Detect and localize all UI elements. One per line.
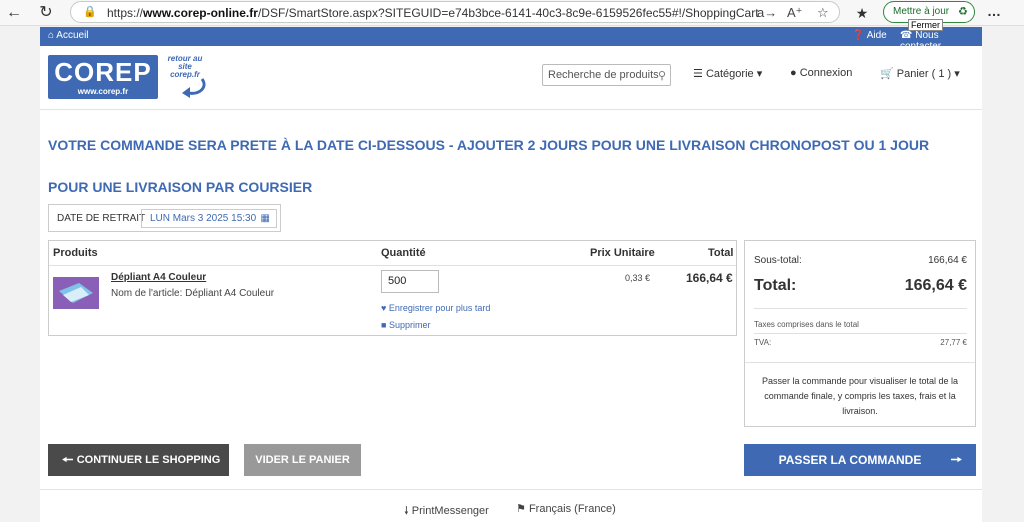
arrow-left-icon: 🠔 bbox=[62, 452, 74, 467]
login-link[interactable]: ● Connexion bbox=[790, 67, 852, 79]
home-icon: ⌂ bbox=[48, 30, 55, 41]
download-icon: 🠗 bbox=[404, 505, 409, 517]
trash-icon: ■ bbox=[381, 320, 387, 330]
contact-link[interactable]: ☎ Nous contacter bbox=[900, 30, 982, 52]
flag-icon: ⚑ bbox=[516, 503, 526, 515]
page-container: ⌂ Accueil ❓ Aide ☎ Nous contacter COREP … bbox=[40, 27, 982, 522]
lock-icon: 🔒 bbox=[83, 6, 97, 18]
category-menu[interactable]: ☰ Catégorie ▾ bbox=[693, 67, 762, 80]
calendar-icon[interactable]: ▦ bbox=[261, 213, 270, 224]
cart-table: Produits Quantité Prix Unitaire Total Dé… bbox=[48, 240, 737, 336]
checkout-button[interactable]: PASSER LA COMMANDE 🠖 bbox=[744, 444, 976, 476]
help-link[interactable]: ❓ Aide bbox=[852, 30, 887, 41]
url-text: https://www.corep-online.fr/DSF/SmartSto… bbox=[107, 6, 759, 20]
pickup-notice: VOTRE COMMANDE SERA PRETE À LA DATE CI-D… bbox=[48, 137, 930, 195]
product-thumbnail[interactable] bbox=[53, 277, 99, 309]
favorites-icon[interactable]: ★ bbox=[852, 3, 872, 23]
back-arrow-icon[interactable]: ← bbox=[4, 3, 24, 23]
pickup-date-label: DATE DE RETRAIT bbox=[57, 213, 146, 224]
address-bar[interactable]: 🔒 https://www.corep-online.fr/DSF/SmartS… bbox=[70, 1, 840, 23]
summary-divider bbox=[754, 333, 967, 334]
cart-icon: 🛒 bbox=[880, 68, 894, 80]
update-label: Mettre à jour bbox=[893, 6, 950, 17]
line-total: 166,64 € bbox=[686, 271, 733, 285]
order-summary: Sous-total: 166,64 € Total: 166,64 € Tax… bbox=[744, 240, 976, 427]
back-to-site-link[interactable]: retour au site corep.fr bbox=[164, 55, 206, 79]
product-name-link[interactable]: Dépliant A4 Couleur bbox=[111, 272, 206, 283]
return-arrow-icon[interactable] bbox=[178, 77, 208, 99]
phone-icon: ☎ bbox=[900, 30, 913, 41]
user-icon: ● bbox=[790, 67, 797, 79]
cart-menu[interactable]: 🛒 Panier ( 1 ) ▾ bbox=[880, 67, 960, 80]
table-header-divider bbox=[49, 265, 736, 266]
clear-cart-button[interactable]: VIDER LE PANIER bbox=[244, 444, 361, 476]
heart-icon: ♥ bbox=[381, 303, 387, 313]
home-link[interactable]: ⌂ Accueil bbox=[48, 30, 89, 41]
unit-price: 0,33 € bbox=[625, 273, 651, 283]
col-header-total: Total bbox=[708, 247, 734, 259]
read-aloud-icon[interactable]: A⁺ bbox=[787, 5, 803, 21]
quantity-input[interactable]: 500 bbox=[381, 270, 439, 293]
favorite-star-icon[interactable]: ☆ bbox=[817, 5, 829, 21]
arrow-right-icon: 🠖 bbox=[950, 452, 962, 467]
col-header-quantity: Quantité bbox=[381, 247, 426, 259]
close-tooltip: Fermer bbox=[908, 19, 943, 31]
save-for-later-link[interactable]: ♥ Enregistrer pour plus tard bbox=[381, 303, 490, 313]
top-navigation-bar: ⌂ Accueil ❓ Aide ☎ Nous contacter bbox=[40, 27, 982, 52]
refresh-icon[interactable]: ↻ bbox=[36, 3, 56, 23]
summary-note: Passer la commande pour visualiser le to… bbox=[761, 376, 959, 416]
continue-shopping-button[interactable]: 🠔 CONTINUER LE SHOPPING bbox=[48, 444, 229, 476]
summary-divider bbox=[754, 308, 967, 309]
question-icon: ❓ bbox=[852, 30, 865, 41]
corep-logo[interactable]: COREP www.corep.fr bbox=[48, 55, 158, 99]
footer-divider bbox=[40, 489, 982, 490]
col-header-products: Produits bbox=[53, 247, 98, 259]
translate-icon[interactable]: a→ bbox=[757, 5, 777, 20]
summary-divider bbox=[745, 362, 975, 363]
delete-link[interactable]: ■ Supprimer bbox=[381, 320, 430, 330]
pickup-date-box: DATE DE RETRAIT LUN Mars 3 2025 15:30 ▦ bbox=[48, 204, 281, 232]
product-description: Nom de l'article: Dépliant A4 Couleur bbox=[111, 288, 275, 299]
col-header-unit-price: Prix Unitaire bbox=[590, 247, 655, 259]
menu-icon: ☰ bbox=[693, 68, 703, 80]
update-icon: ♻ bbox=[958, 6, 968, 18]
header-divider bbox=[40, 109, 982, 110]
caret-down-icon: ▾ bbox=[756, 68, 763, 80]
language-selector[interactable]: ⚑ Français (France) bbox=[516, 502, 616, 515]
caret-down-icon: ▾ bbox=[954, 68, 960, 80]
more-options-icon[interactable]: … bbox=[987, 3, 1001, 19]
browser-toolbar: ← ↻ 🔒 https://www.corep-online.fr/DSF/Sm… bbox=[0, 0, 1024, 31]
pickup-date-field[interactable]: LUN Mars 3 2025 15:30 ▦ bbox=[141, 209, 277, 228]
print-messenger-link[interactable]: 🠗 PrintMessenger bbox=[404, 502, 489, 521]
search-icon[interactable]: ⚲ bbox=[658, 69, 666, 82]
search-input[interactable]: Recherche de produits ⚲ bbox=[542, 64, 671, 86]
